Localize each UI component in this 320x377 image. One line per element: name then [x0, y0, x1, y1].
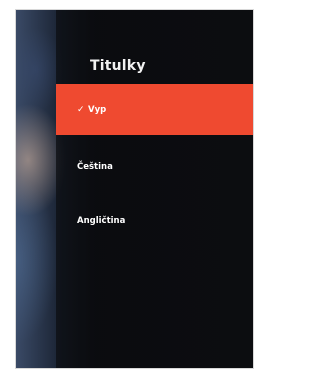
tv-screen: Titulky ✓ Vyp Čeština Angličtina — [15, 9, 254, 369]
subtitle-option-label: Vyp — [88, 104, 107, 115]
subtitle-option-off[interactable]: ✓ Vyp — [56, 84, 253, 135]
subtitle-option-czech[interactable]: Čeština — [56, 141, 253, 192]
subtitle-option-label: Čeština — [77, 161, 113, 172]
panel-title: Titulky — [90, 58, 146, 74]
subtitles-panel: Titulky ✓ Vyp Čeština Angličtina — [56, 10, 253, 368]
subtitle-option-english[interactable]: Angličtina — [56, 195, 253, 246]
subtitle-option-label: Angličtina — [77, 215, 126, 226]
checkmark-icon: ✓ — [77, 104, 85, 115]
